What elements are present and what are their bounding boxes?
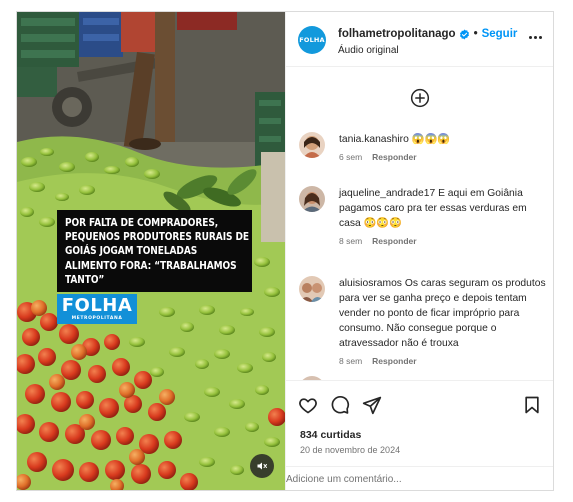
commenter-photo-icon xyxy=(299,186,325,212)
comment-bubble-icon[interactable] xyxy=(330,395,350,415)
video-headline: POR FALTA DE COMPRADORES, PEQUENOS PRODU… xyxy=(57,210,252,292)
reply-button[interactable]: Responder xyxy=(372,356,416,366)
comment-time[interactable]: 8 sem xyxy=(339,236,362,246)
commenter-avatar[interactable] xyxy=(299,276,325,302)
comment-text-line: jaqueline_andrade17 E aqui em Goiânia pa… xyxy=(339,186,549,231)
more-dot-icon xyxy=(529,36,532,39)
more-options-button[interactable] xyxy=(529,36,542,39)
more-dot-icon xyxy=(539,36,542,39)
add-comment-input[interactable] xyxy=(286,470,548,488)
comment-body: 😱😱😱 xyxy=(411,134,451,145)
post-side-panel: FOLHA folhametropolitanago • Seguir Áudi… xyxy=(285,12,553,490)
comment-username[interactable]: tania.kanashiro xyxy=(339,134,409,145)
likes-count[interactable]: 834 curtidas xyxy=(300,429,361,441)
header-separator: • xyxy=(473,28,478,40)
like-heart-icon[interactable] xyxy=(298,395,318,415)
comment-time[interactable]: 8 sem xyxy=(339,356,362,366)
post-card: POR FALTA DE COMPRADORES, PEQUENOS PRODU… xyxy=(16,11,554,491)
commenter-photo-icon xyxy=(299,132,325,158)
comment-username[interactable]: jaqueline_andrade17 xyxy=(339,188,435,199)
post-header: FOLHA folhametropolitanago • Seguir Áudi… xyxy=(286,12,553,67)
comment-text-line: tania.kanashiro 😱😱😱 xyxy=(339,132,549,147)
likes-label: curtidas xyxy=(320,429,362,441)
more-dot-icon xyxy=(534,36,537,39)
author-avatar[interactable]: FOLHA xyxy=(298,26,326,54)
save-bookmark-icon[interactable] xyxy=(522,395,542,415)
mute-button[interactable] xyxy=(250,454,274,478)
add-comment-bar xyxy=(286,466,553,490)
original-audio-link[interactable]: Áudio original xyxy=(338,45,399,56)
share-send-icon[interactable] xyxy=(362,395,382,415)
commenter-avatar[interactable] xyxy=(299,186,325,212)
follow-button[interactable]: Seguir xyxy=(482,28,518,40)
verified-badge-icon xyxy=(459,28,469,40)
load-more-comments-icon[interactable] xyxy=(410,88,430,108)
logo-main-text: FOLHA xyxy=(61,295,133,316)
logo-sub-text: METROPOLITANA xyxy=(71,316,123,321)
commenter-photo-icon xyxy=(299,276,325,302)
reply-button[interactable]: Responder xyxy=(372,152,416,162)
comment-time[interactable]: 6 sem xyxy=(339,152,362,162)
comment-username[interactable]: aluisiosramos xyxy=(339,278,402,289)
author-line: folhametropolitanago • Seguir xyxy=(338,28,517,40)
likes-number: 834 xyxy=(300,429,318,441)
comment-meta: 6 sem Responder xyxy=(339,152,417,162)
comment-text-line: aluisiosramos Os caras seguram os produt… xyxy=(339,276,549,351)
comments-list[interactable]: tania.kanashiro 😱😱😱 6 sem Responder jaqu… xyxy=(286,68,553,380)
author-avatar-text: FOLHA xyxy=(299,36,325,44)
reply-button[interactable]: Responder xyxy=(372,236,416,246)
comment-meta: 8 sem Responder xyxy=(339,236,417,246)
post-date[interactable]: 20 de novembro de 2024 xyxy=(300,445,400,455)
video-headline-text: POR FALTA DE COMPRADORES, PEQUENOS PRODU… xyxy=(65,217,249,286)
folha-metropolitana-logo: FOLHA METROPOLITANA xyxy=(57,294,137,324)
speaker-muted-icon xyxy=(257,462,267,470)
commenter-avatar[interactable] xyxy=(299,132,325,158)
post-video[interactable]: POR FALTA DE COMPRADORES, PEQUENOS PRODU… xyxy=(17,12,285,490)
post-actions: 834 curtidas 20 de novembro de 2024 xyxy=(286,380,553,470)
author-username[interactable]: folhametropolitanago xyxy=(338,28,456,40)
comment-meta: 8 sem Responder xyxy=(339,356,417,366)
